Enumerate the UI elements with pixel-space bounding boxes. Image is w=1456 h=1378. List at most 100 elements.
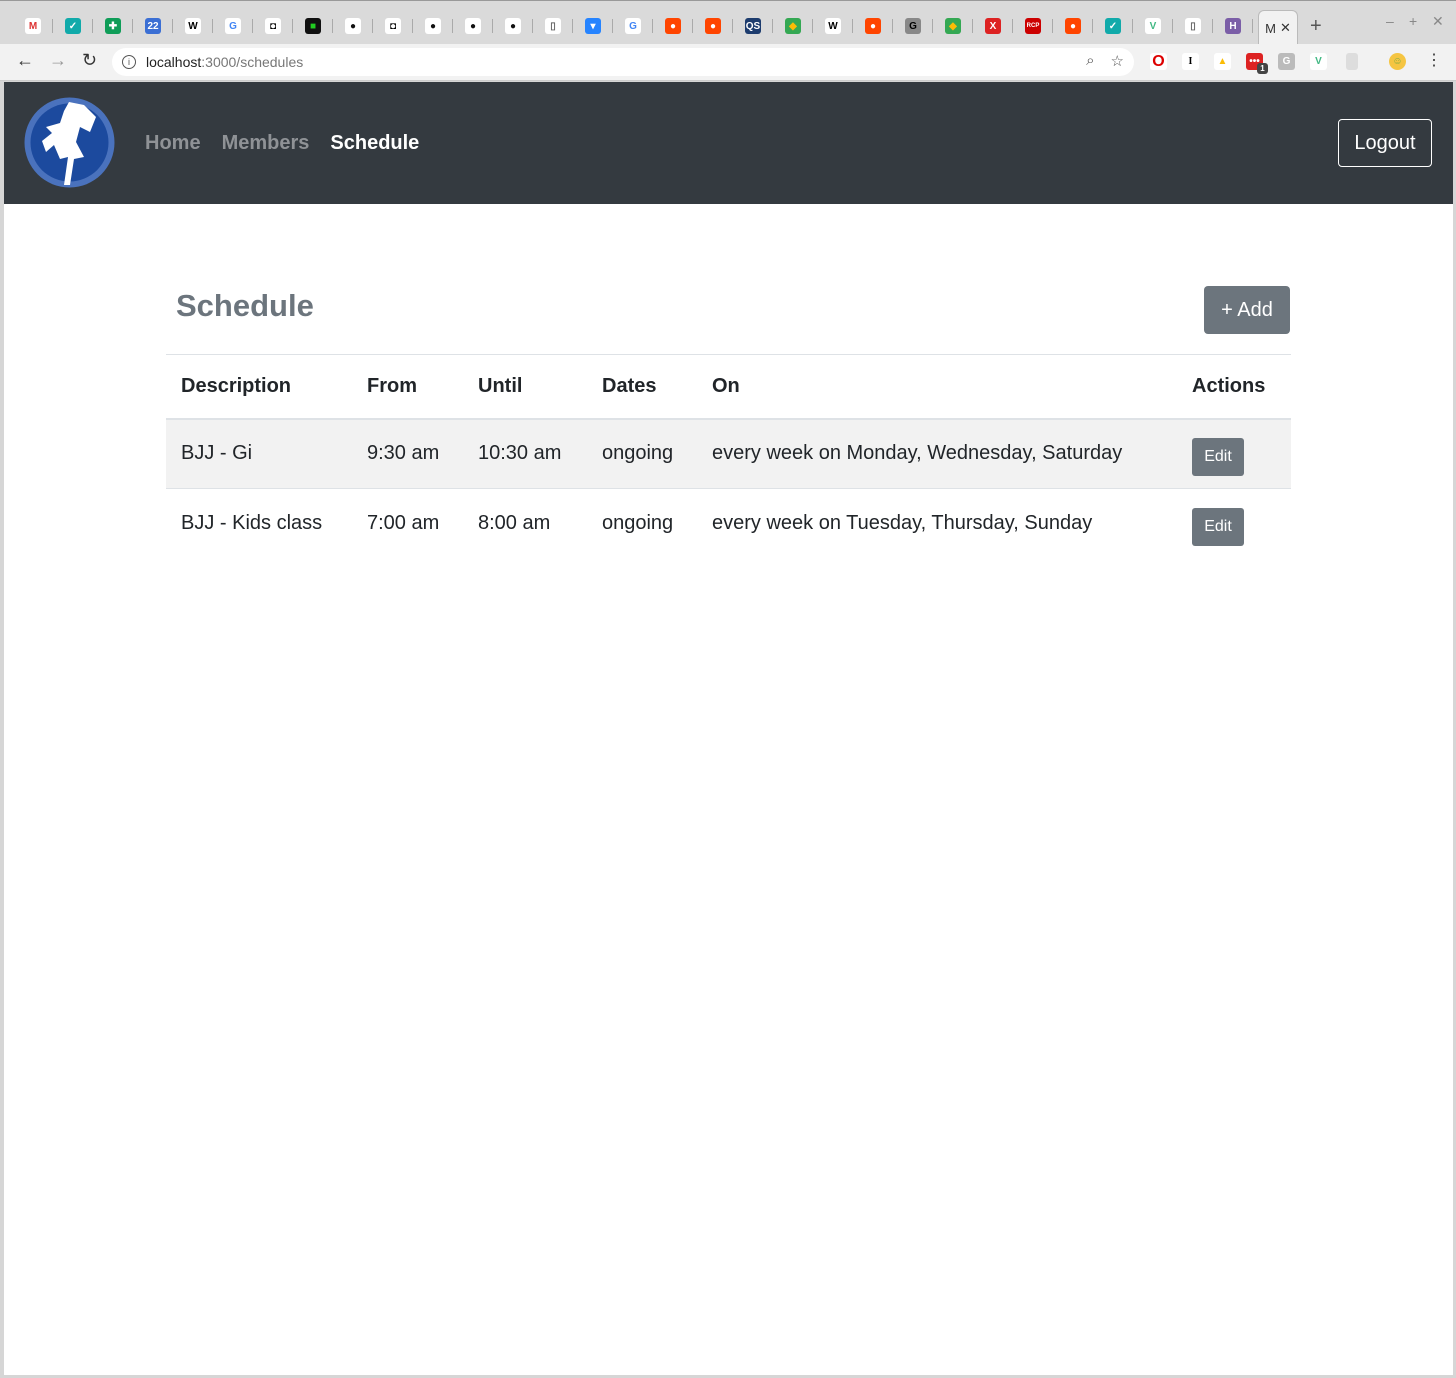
browser-tab[interactable]: G	[893, 11, 933, 41]
emoji-extension-icon[interactable]: ☺	[1389, 53, 1406, 70]
g-icon: G	[905, 18, 921, 34]
nav-schedule[interactable]: Schedule	[330, 132, 419, 155]
browser-tab[interactable]: ▯	[1173, 11, 1213, 41]
logout-button[interactable]: Logout	[1338, 119, 1432, 167]
cell-dates: ongoing	[587, 488, 697, 559]
drive-extension-icon[interactable]: ▲	[1214, 53, 1231, 70]
nav-members[interactable]: Members	[222, 132, 310, 155]
cell-description: BJJ - Kids class	[166, 488, 352, 559]
opera-extension-icon[interactable]: O	[1150, 53, 1167, 70]
browser-tab[interactable]: ■	[293, 11, 333, 41]
maps-icon: ◆	[785, 18, 801, 34]
browser-tab[interactable]: G	[613, 11, 653, 41]
reddit-icon: ●	[1065, 18, 1081, 34]
cell-on: every week on Monday, Wednesday, Saturda…	[697, 418, 1177, 489]
browser-tab[interactable]: H	[1213, 11, 1253, 41]
qs-icon: QS	[745, 18, 761, 34]
active-tab[interactable]: M ✕	[1258, 10, 1298, 45]
table-row: BJJ - Gi 9:30 am 10:30 am ongoing every …	[166, 418, 1291, 489]
browser-tab[interactable]: X	[973, 11, 1013, 41]
cell-from: 7:00 am	[352, 488, 463, 559]
column-header: On	[697, 354, 1177, 420]
browser-tab[interactable]: ▯	[533, 11, 573, 41]
reddit-icon: ●	[865, 18, 881, 34]
browser-tab[interactable]: ▾	[573, 11, 613, 41]
add-schedule-button[interactable]: + Add	[1204, 286, 1290, 334]
browser-tab[interactable]: ●	[493, 11, 533, 41]
browser-tab[interactable]: ◆	[933, 11, 973, 41]
browser-tab[interactable]: ●	[413, 11, 453, 41]
calendar-icon: 22	[145, 18, 161, 34]
github-icon: ●	[465, 18, 481, 34]
browser-tab[interactable]: ◘	[253, 11, 293, 41]
shield-icon: ✓	[1105, 18, 1121, 34]
cell-description: BJJ - Gi	[166, 418, 352, 489]
shield-icon: ✓	[65, 18, 81, 34]
new-tab-button[interactable]: +	[1310, 15, 1322, 38]
browser-tab[interactable]: ✓	[1093, 11, 1133, 41]
club-logo[interactable]	[24, 97, 115, 188]
browser-tab[interactable]: QS	[733, 11, 773, 41]
gmail-icon: M	[25, 18, 41, 34]
browser-tab[interactable]: G	[213, 11, 253, 41]
browser-tab[interactable]: W	[173, 11, 213, 41]
vue-devtools-icon[interactable]: V	[1310, 53, 1327, 70]
circle-icon: ◘	[385, 18, 401, 34]
extension-icon[interactable]	[1346, 53, 1358, 70]
browser-tab[interactable]: M	[13, 11, 53, 41]
column-header: Description	[166, 354, 352, 420]
browser-tab[interactable]: ●	[333, 11, 373, 41]
browser-tab[interactable]: W	[813, 11, 853, 41]
page: Home Members Schedule Logout Schedule + …	[4, 82, 1453, 1375]
column-header: Dates	[587, 354, 697, 420]
info-icon[interactable]: i	[122, 55, 136, 69]
column-header: From	[352, 354, 463, 420]
browser-tab[interactable]: ✚	[93, 11, 133, 41]
nav-home[interactable]: Home	[145, 132, 201, 155]
browser-tab[interactable]: ◘	[373, 11, 413, 41]
browser-tab[interactable]: ●	[693, 11, 733, 41]
wikipedia-icon: W	[825, 18, 841, 34]
browser-tab[interactable]: ●	[1053, 11, 1093, 41]
navbar: Home Members Schedule Logout	[4, 82, 1453, 204]
zoom-icon[interactable]: ⌕	[1086, 52, 1094, 70]
edit-button[interactable]: Edit	[1192, 437, 1244, 476]
browser-tab[interactable]: RCP	[1013, 11, 1053, 41]
browser-tab[interactable]: 22	[133, 11, 173, 41]
grammarly-extension-icon[interactable]: G	[1278, 53, 1295, 70]
sheets-icon: ✚	[105, 18, 121, 34]
address-bar[interactable]: i localhost:3000/schedules ⌕ ☆	[112, 48, 1134, 76]
x-icon: X	[985, 18, 1001, 34]
minimize-icon[interactable]: –	[1386, 13, 1394, 29]
cell-until: 10:30 am	[463, 418, 587, 489]
wikipedia-icon: W	[185, 18, 201, 34]
browser-tab[interactable]: ●	[653, 11, 693, 41]
bitbucket-icon: ▾	[585, 18, 601, 34]
edit-button[interactable]: Edit	[1192, 507, 1244, 546]
browser-tab[interactable]: ●	[453, 11, 493, 41]
browser-tab[interactable]: ✓	[53, 11, 93, 41]
reload-icon[interactable]: ↻	[82, 50, 97, 71]
github-icon: ●	[425, 18, 441, 34]
reddit-icon: ●	[705, 18, 721, 34]
schedule-table: Description From Until Dates On Actions …	[166, 354, 1291, 559]
forward-icon[interactable]: →	[49, 50, 67, 71]
bookmark-star-icon[interactable]: ☆	[1111, 52, 1124, 70]
maps-icon: ◆	[945, 18, 961, 34]
close-tab-icon[interactable]: ✕	[1280, 20, 1291, 36]
maximize-icon[interactable]: +	[1409, 13, 1417, 29]
browser-tab[interactable]: V	[1133, 11, 1173, 41]
app-icon: ■	[305, 18, 321, 34]
rcp-icon: RCP	[1025, 18, 1041, 34]
browser-tab[interactable]: ●	[853, 11, 893, 41]
close-window-icon[interactable]: ✕	[1432, 13, 1444, 30]
back-icon[interactable]: ←	[16, 50, 34, 71]
browser-tab[interactable]: ◆	[773, 11, 813, 41]
google-icon: G	[225, 18, 241, 34]
reddit-icon: ●	[665, 18, 681, 34]
google-icon: G	[625, 18, 641, 34]
document-icon: ▯	[545, 18, 561, 34]
vue-icon: V	[1145, 18, 1161, 34]
menu-icon[interactable]: ⋮	[1426, 50, 1442, 70]
instapaper-extension-icon[interactable]: I	[1182, 53, 1199, 70]
